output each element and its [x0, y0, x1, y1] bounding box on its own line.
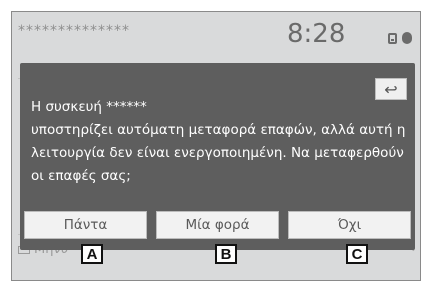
dialog-message: Η συσκευή ****** υποστηρίζει αυτόματη με…	[31, 96, 406, 188]
once-button[interactable]: Μία φορά	[156, 211, 279, 239]
head-unit-screen: ************** 8:28 Μήνυ ↩ Η συσκευή ***…	[11, 11, 421, 281]
clock: 8:28	[287, 19, 346, 49]
dialog-line: Η συσκευή ******	[31, 99, 147, 115]
callout-a: A	[81, 244, 103, 264]
status-icons	[388, 32, 412, 44]
device-name-masked: **************	[18, 23, 130, 39]
dialog-buttons: Πάντα Μία φορά Όχι	[24, 211, 411, 241]
callout-b: B	[215, 244, 237, 264]
status-bar: ************** 8:28	[12, 12, 420, 56]
dialog-line: οι επαφές σας;	[31, 168, 131, 184]
bluetooth-icon	[402, 32, 412, 44]
always-button[interactable]: Πάντα	[24, 211, 147, 239]
no-button[interactable]: Όχι	[288, 211, 411, 239]
dialog-line: λειτουργία δεν είναι ενεργοποιημένη. Να …	[31, 145, 404, 161]
dialog-line: υποστηρίζει αυτόματη μεταφορά επαφών, αλ…	[31, 122, 406, 138]
contact-transfer-dialog: ↩ Η συσκευή ****** υποστηρίζει αυτόματη …	[20, 63, 415, 250]
phone-icon	[388, 32, 397, 44]
callout-c: C	[346, 244, 368, 264]
